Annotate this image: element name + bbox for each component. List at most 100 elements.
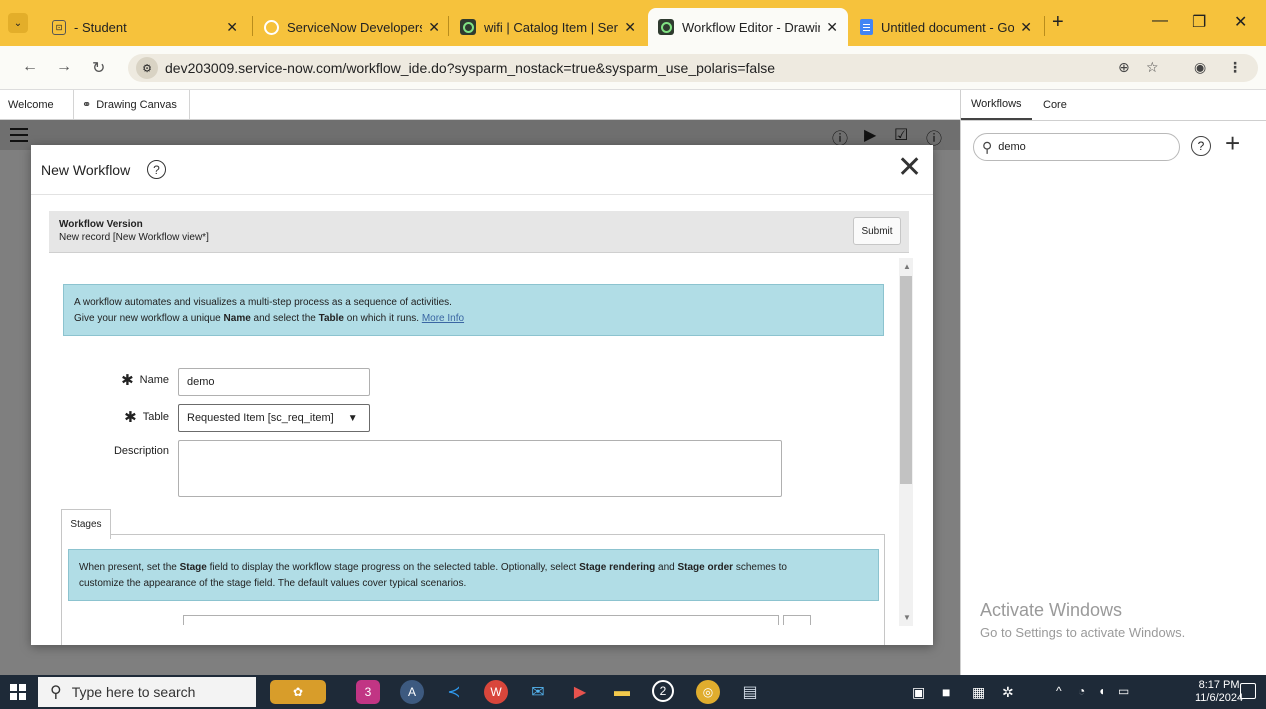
new-tab-button[interactable]: + bbox=[1052, 12, 1064, 32]
browser-tab-workflow-editor[interactable]: Workflow Editor - Drawin ✕ bbox=[648, 8, 848, 46]
chrome-icon[interactable]: ◎ bbox=[696, 680, 720, 704]
tray-window-icon[interactable]: ▦ bbox=[972, 684, 985, 701]
show-hidden-icons-chevron-icon[interactable]: ^ bbox=[1056, 684, 1062, 698]
browser-tab-title: - Student bbox=[74, 19, 127, 35]
editor-tab-bar: Welcome ⚭ Drawing Canvas bbox=[0, 90, 960, 120]
taskbar-clock[interactable]: 8:17 PM 11/6/2024 bbox=[1195, 679, 1243, 705]
tray-settings-icon[interactable]: ✲ bbox=[1002, 684, 1014, 701]
tab-label: Core bbox=[1043, 99, 1067, 111]
instagram-badge: 3 bbox=[364, 685, 372, 699]
close-dialog-button[interactable]: ✕ bbox=[897, 153, 922, 183]
name-field[interactable] bbox=[178, 368, 370, 396]
url-text[interactable]: dev203009.service-now.com/workflow_ide.d… bbox=[165, 60, 775, 76]
browser-tab-title: Untitled document - Goo bbox=[881, 19, 1015, 35]
tab-separator bbox=[448, 16, 449, 36]
browser-menu-icon[interactable]: ⋮ bbox=[1228, 59, 1242, 76]
tab-search-chevron-icon[interactable]: ⌄ bbox=[8, 13, 28, 33]
scroll-up-icon[interactable]: ▲ bbox=[903, 262, 911, 271]
search-highlight-icon[interactable]: ✿ bbox=[270, 680, 326, 704]
zoom-icon[interactable]: ⊕ bbox=[1118, 59, 1130, 76]
browser-tab-servicenow-developers[interactable]: ServiceNow Developers ✕ bbox=[254, 8, 450, 46]
tab-welcome[interactable]: Welcome bbox=[0, 90, 74, 119]
help-icon[interactable]: ? bbox=[147, 160, 166, 179]
windows-taskbar: ⚲ Type here to search ✿ 3 A ≺ W ✉ ▶ ▬ 2 … bbox=[0, 675, 1266, 709]
close-tab-icon[interactable]: ✕ bbox=[1020, 19, 1032, 36]
form-title: Workflow Version bbox=[59, 219, 143, 230]
volume-icon[interactable]: ◖ bbox=[1098, 684, 1105, 698]
taskbar-search-box[interactable]: ⚲ Type here to search bbox=[38, 677, 256, 707]
scrollbar-thumb[interactable] bbox=[900, 276, 912, 484]
minimize-icon[interactable]: — bbox=[1152, 12, 1168, 30]
add-workflow-button[interactable]: + bbox=[1225, 130, 1240, 156]
stages-info-message: When present, set the Stage field to dis… bbox=[68, 549, 879, 601]
validate-check-icon[interactable]: ☑ bbox=[894, 125, 908, 145]
profile-avatar-icon[interactable]: ◉ bbox=[1194, 59, 1206, 76]
tab-workflows[interactable]: Workflows bbox=[961, 90, 1032, 120]
browser-tab-title: wifi | Catalog Item | Servi bbox=[484, 19, 619, 35]
back-icon[interactable]: ← bbox=[22, 58, 38, 76]
divider bbox=[61, 539, 62, 645]
tab-drawing-canvas[interactable]: ⚭ Drawing Canvas bbox=[74, 90, 190, 119]
submit-button[interactable]: Submit bbox=[853, 217, 901, 245]
close-window-icon[interactable]: ✕ bbox=[1234, 12, 1247, 32]
servicenow-ring-icon bbox=[264, 19, 279, 35]
canvas-icon: ⚭ bbox=[82, 99, 92, 111]
close-tab-icon[interactable]: ✕ bbox=[428, 19, 440, 36]
whatsapp-icon[interactable]: 2 bbox=[652, 680, 674, 702]
tray-camera-icon[interactable]: ▣ bbox=[912, 684, 925, 701]
hamburger-menu-icon[interactable] bbox=[10, 128, 28, 142]
caret-down-icon: ▼ bbox=[347, 412, 358, 424]
clock-time: 8:17 PM bbox=[1198, 679, 1240, 691]
close-tab-icon[interactable]: ✕ bbox=[826, 19, 838, 36]
whatsapp-badge: 2 bbox=[659, 684, 667, 698]
help-icon[interactable]: ? bbox=[1191, 136, 1211, 156]
browser-tab-wifi-catalog[interactable]: wifi | Catalog Item | Servi ✕ bbox=[450, 8, 646, 46]
stage-lookup-button[interactable] bbox=[783, 615, 811, 625]
tab-core[interactable]: Core bbox=[1033, 90, 1077, 120]
form-header: Workflow Version New record [New Workflo… bbox=[49, 211, 909, 253]
servicenow-icon bbox=[460, 19, 476, 35]
browser-tab-google-doc[interactable]: Untitled document - Goo ✕ bbox=[850, 8, 1042, 46]
tray-video-icon[interactable]: ■ bbox=[942, 684, 950, 700]
close-tab-icon[interactable]: ✕ bbox=[624, 19, 636, 36]
vscode-icon[interactable]: ≺ bbox=[442, 680, 466, 704]
play-store-icon[interactable]: ▶ bbox=[568, 680, 592, 704]
browser-tab-student[interactable]: ⊡ - Student ✕ bbox=[42, 8, 248, 46]
more-info-link[interactable]: More Info bbox=[422, 313, 464, 324]
close-tab-icon[interactable]: ✕ bbox=[226, 19, 238, 36]
table-select[interactable]: Requested Item [sc_req_item] ▼ bbox=[178, 404, 370, 432]
bookmark-star-icon[interactable]: ☆ bbox=[1146, 59, 1159, 76]
windows-start-icon[interactable] bbox=[10, 684, 26, 700]
file-explorer-icon[interactable]: ▬ bbox=[610, 680, 634, 704]
mail-icon[interactable]: ✉ bbox=[526, 680, 550, 704]
info-line: customize the appearance of the stage fi… bbox=[79, 578, 467, 589]
info-line: When present, set the Stage field to dis… bbox=[79, 562, 787, 573]
required-icon: ✱ bbox=[124, 409, 137, 426]
battery-icon[interactable]: ▭ bbox=[1118, 684, 1129, 698]
description-field[interactable] bbox=[178, 440, 782, 497]
stage-field-input[interactable] bbox=[183, 615, 779, 625]
app-a-icon[interactable]: A bbox=[400, 680, 424, 704]
workflow-search-box[interactable]: ⚲ bbox=[973, 133, 1180, 161]
run-play-icon[interactable]: ▶ bbox=[864, 125, 876, 145]
file-icon[interactable]: ▤ bbox=[738, 680, 762, 704]
info-line: Give your new workflow a unique Name and… bbox=[74, 313, 465, 324]
info-line: A workflow automates and visualizes a mu… bbox=[74, 297, 452, 308]
tab-label: Welcome bbox=[8, 98, 54, 111]
forward-icon[interactable]: → bbox=[56, 58, 72, 76]
workflow-info-message: A workflow automates and visualizes a mu… bbox=[63, 284, 884, 336]
site-info-icon[interactable]: ⚙ bbox=[136, 57, 158, 79]
wifi-icon[interactable]: ◔ bbox=[1078, 684, 1085, 698]
required-icon: ✱ bbox=[121, 372, 134, 389]
tab-stages[interactable]: Stages bbox=[61, 509, 111, 539]
reload-icon[interactable]: ↻ bbox=[92, 58, 105, 78]
restore-icon[interactable]: ❐ bbox=[1192, 12, 1206, 32]
browser-tab-title: Workflow Editor - Drawin bbox=[682, 19, 821, 35]
wps-office-icon[interactable]: W bbox=[484, 680, 508, 704]
instagram-icon[interactable]: 3 bbox=[356, 680, 380, 704]
omnibox[interactable]: ⚙ dev203009.service-now.com/workflow_ide… bbox=[128, 54, 1258, 82]
notification-center-icon[interactable] bbox=[1240, 683, 1256, 699]
workflow-search-input[interactable] bbox=[998, 141, 1159, 153]
scroll-down-icon[interactable]: ▼ bbox=[903, 613, 911, 622]
address-bar: ← → ↻ ⚙ dev203009.service-now.com/workfl… bbox=[0, 46, 1266, 90]
